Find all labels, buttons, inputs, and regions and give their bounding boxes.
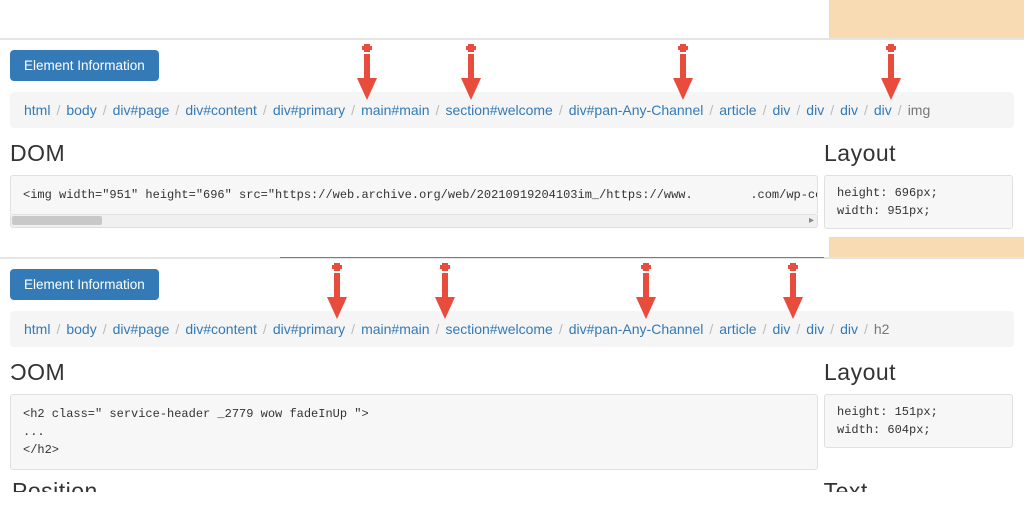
breadcrumb-link[interactable]: section#welcome [445, 321, 552, 337]
arrow-icon [635, 261, 657, 319]
breadcrumb: html/body/div#page/div#content/div#prima… [10, 92, 1014, 128]
breadcrumb-link[interactable]: div#content [185, 321, 257, 337]
arrow-icon [460, 42, 482, 100]
breadcrumb-link[interactable]: div#page [113, 102, 170, 118]
breadcrumb-link[interactable]: div#primary [273, 102, 345, 118]
breadcrumb-link[interactable]: html [24, 102, 50, 118]
arrow-icon [880, 42, 902, 100]
dom-code[interactable]: <img width="951" height="696" src="https… [10, 175, 818, 215]
horizontal-scrollbar[interactable]: ▸ [10, 215, 818, 228]
breadcrumb-link[interactable]: div [840, 321, 858, 337]
breadcrumb-link[interactable]: article [719, 102, 756, 118]
breadcrumb-link[interactable]: body [66, 102, 96, 118]
breadcrumb-current: h2 [874, 321, 890, 337]
breadcrumb-link[interactable]: main#main [361, 102, 429, 118]
dom-heading: ƆOM [10, 359, 818, 386]
breadcrumb-link[interactable]: div#content [185, 102, 257, 118]
element-information-badge[interactable]: Element Information [10, 50, 159, 81]
breadcrumb-current: img [908, 102, 931, 118]
arrow-icon [326, 261, 348, 319]
layout-code: height: 151px; width: 604px; [824, 394, 1013, 448]
dom-heading: DOM [10, 140, 818, 167]
breadcrumb: html/body/div#page/div#content/div#prima… [10, 311, 1014, 347]
inspector-panel: Element Information html/body/div#page/d… [0, 237, 1024, 492]
breadcrumb-link[interactable]: div [874, 102, 892, 118]
arrow-icon [782, 261, 804, 319]
breadcrumb-link[interactable]: div [840, 102, 858, 118]
layout-heading: Layout [824, 140, 1013, 167]
breadcrumb-link[interactable]: div [806, 321, 824, 337]
arrow-icon [434, 261, 456, 319]
layout-heading: Layout [824, 359, 1013, 386]
breadcrumb-link[interactable]: main#main [361, 321, 429, 337]
breadcrumb-link[interactable]: div [773, 102, 791, 118]
arrow-icon [356, 42, 378, 100]
top-strip [0, 237, 1024, 259]
badge-row: Element Information [0, 259, 1024, 311]
breadcrumb-link[interactable]: div#primary [273, 321, 345, 337]
scrollbar-thumb[interactable] [12, 216, 102, 225]
inspector-panel: Element Information html/body/div#page/d… [0, 0, 1024, 229]
breadcrumb-link[interactable]: div#page [113, 321, 170, 337]
dom-code[interactable]: <h2 class=" service-header _2779 wow fad… [10, 394, 818, 470]
scroll-right-icon[interactable]: ▸ [809, 215, 814, 226]
breadcrumb-link[interactable]: html [24, 321, 50, 337]
breadcrumb-link[interactable]: article [719, 321, 756, 337]
arrow-icon [672, 42, 694, 100]
element-information-badge[interactable]: Element Information [10, 269, 159, 300]
text-heading: Text [824, 474, 1012, 492]
breadcrumb-link[interactable]: div#pan-Any-Channel [569, 102, 704, 118]
top-strip [0, 0, 1024, 40]
breadcrumb-link[interactable]: section#welcome [445, 102, 552, 118]
underline [280, 257, 824, 258]
layout-code: height: 696px; width: 951px; [824, 175, 1013, 229]
breadcrumb-link[interactable]: div [806, 102, 824, 118]
position-heading: Position [12, 474, 818, 492]
breadcrumb-link[interactable]: div [773, 321, 791, 337]
breadcrumb-link[interactable]: div#pan-Any-Channel [569, 321, 704, 337]
badge-row: Element Information [0, 40, 1024, 92]
breadcrumb-link[interactable]: body [66, 321, 96, 337]
